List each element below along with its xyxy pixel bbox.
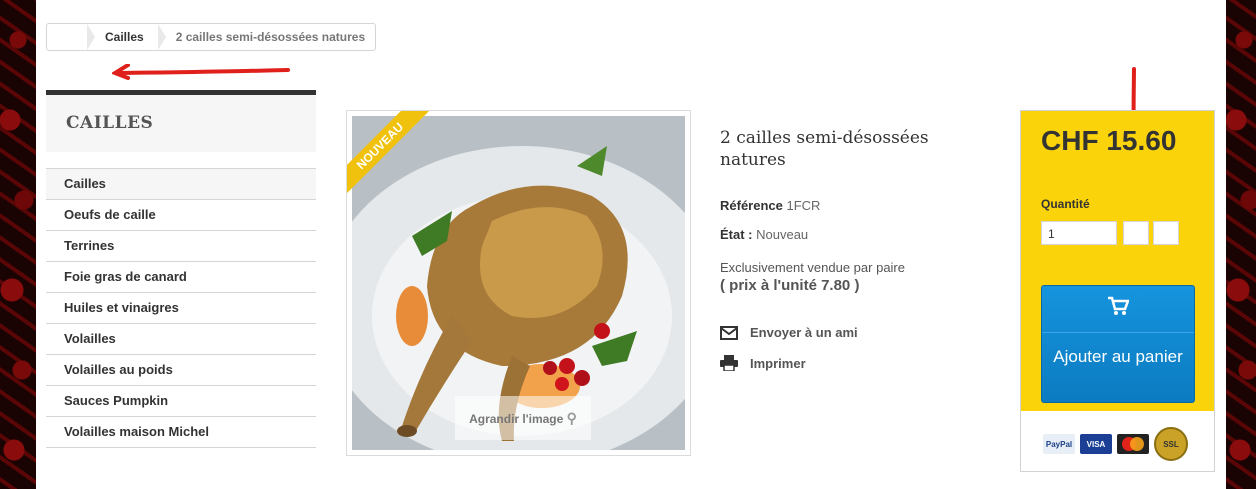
category-block-header: CAILLES — [46, 90, 316, 152]
breadcrumb-separator — [87, 24, 95, 50]
unit-price: ( prix à l'unité 7.80 ) — [720, 277, 860, 294]
background-pattern-left — [0, 0, 36, 489]
send-to-friend-link[interactable]: Envoyer à un ami — [720, 325, 858, 340]
payment-logos: PayPal VISA SSL — [1043, 427, 1188, 461]
paypal-logo-icon: PayPal — [1043, 434, 1075, 454]
ssl-seal-icon: SSL — [1154, 427, 1188, 461]
quantity-input[interactable]: 1 — [1041, 221, 1117, 245]
category-item[interactable]: Huiles et vinaigres — [46, 293, 316, 324]
breadcrumb-current: 2 cailles semi-désossées natures — [175, 30, 366, 44]
visa-logo-icon: VISA — [1080, 434, 1112, 454]
quantity-increase-button[interactable] — [1153, 221, 1179, 245]
breadcrumb-category-link[interactable]: Cailles — [105, 30, 144, 44]
buy-box-highlight: CHF 15.60 Quantité 1 Ajouter au panier — [1021, 111, 1214, 411]
envelope-icon — [720, 325, 738, 340]
category-item[interactable]: Terrines — [46, 231, 316, 262]
category-item[interactable]: Sauces Pumpkin — [46, 386, 316, 417]
printer-icon — [720, 355, 738, 371]
breadcrumb-home-link[interactable] — [47, 24, 87, 50]
quantity-decrease-button[interactable] — [1123, 221, 1149, 245]
product-reference: Référence 1FCR — [720, 198, 821, 213]
product-title: 2 cailles semi-désossées natures — [720, 128, 929, 170]
pair-note: Exclusivement vendue par paire — [720, 260, 905, 275]
background-pattern-right — [1226, 0, 1256, 489]
buy-box: CHF 15.60 Quantité 1 Ajouter au panier P… — [1020, 110, 1215, 472]
product-condition: État : Nouveau — [720, 227, 809, 242]
annotation-arrow-left-icon — [112, 64, 290, 80]
category-item[interactable]: Volailles maison Michel — [46, 417, 316, 448]
enlarge-image-button[interactable]: Agrandir l'image ⚲ — [455, 396, 591, 440]
new-badge: Nouveau — [347, 111, 436, 200]
category-list: Cailles Oeufs de caille Terrines Foie gr… — [46, 168, 316, 448]
category-item[interactable]: Volailles — [46, 324, 316, 355]
magnifier-icon: ⚲ — [566, 410, 577, 426]
product-price: CHF 15.60 — [1041, 125, 1177, 156]
category-item[interactable]: Volailles au poids — [46, 355, 316, 386]
cart-icon — [1042, 296, 1194, 321]
category-block-title: CAILLES — [66, 113, 154, 133]
product-image-frame: Nouveau Agrandir l'image ⚲ — [346, 110, 691, 456]
page-container: Cailles 2 cailles semi-désossées natures… — [36, 0, 1226, 489]
mastercard-logo-icon — [1117, 434, 1149, 454]
category-item[interactable]: Foie gras de canard — [46, 262, 316, 293]
print-link[interactable]: Imprimer — [720, 355, 806, 371]
quantity-label: Quantité — [1041, 197, 1090, 211]
breadcrumb-separator — [157, 24, 166, 50]
category-item[interactable]: Oeufs de caille — [46, 200, 316, 231]
breadcrumb: Cailles 2 cailles semi-désossées natures — [46, 23, 377, 51]
category-item[interactable]: Cailles — [46, 169, 316, 200]
product-image[interactable]: Nouveau Agrandir l'image ⚲ — [347, 111, 690, 455]
add-to-cart-button[interactable]: Ajouter au panier — [1041, 285, 1195, 403]
